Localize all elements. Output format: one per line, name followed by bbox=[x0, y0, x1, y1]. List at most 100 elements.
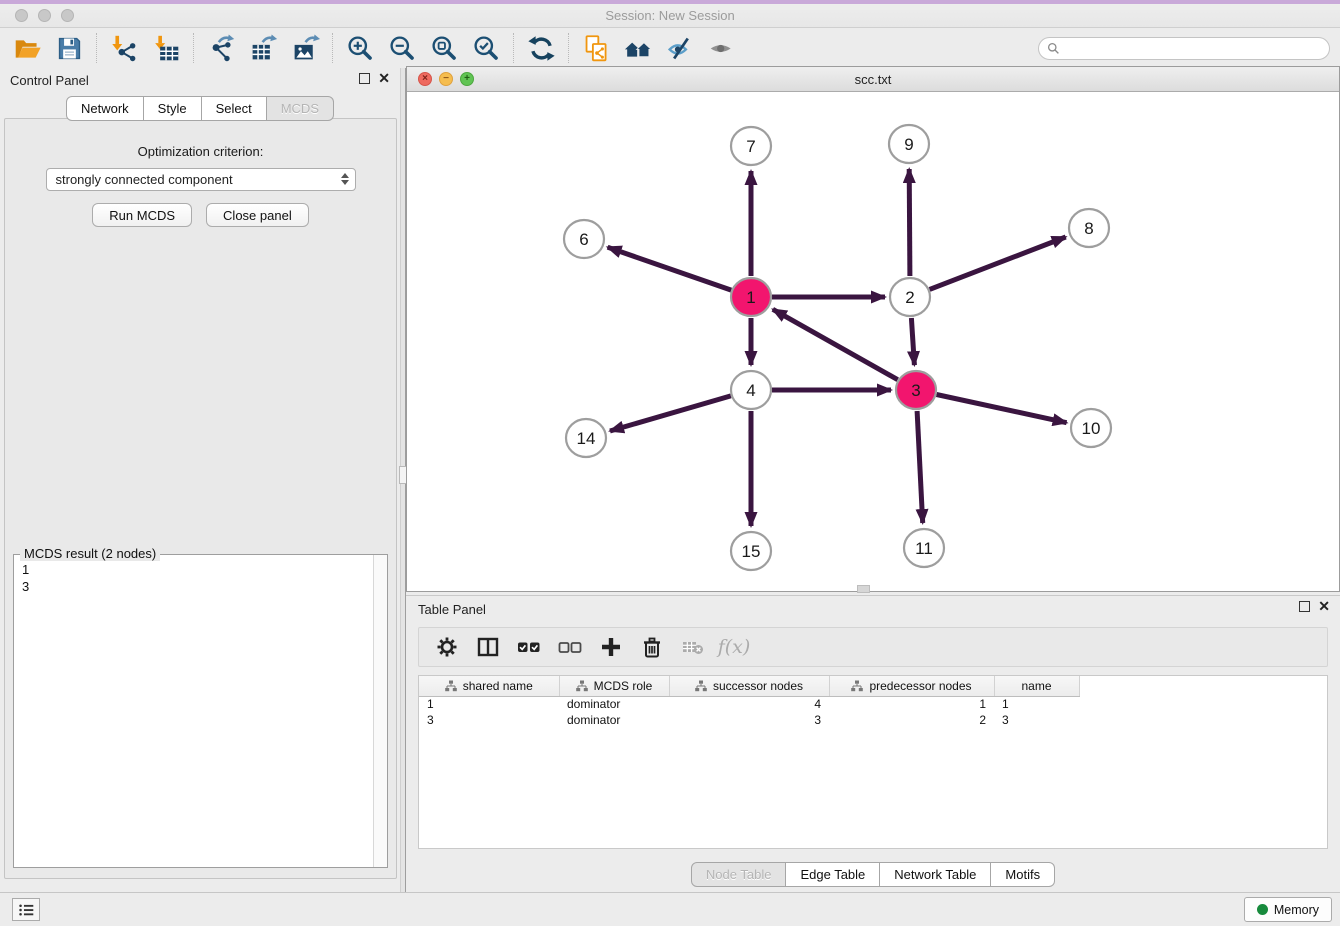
table-cell[interactable]: 3 bbox=[419, 712, 559, 728]
new-network-from-selection-button[interactable] bbox=[575, 31, 617, 65]
graph-edge-2-8[interactable] bbox=[930, 237, 1066, 289]
network-window-resize-grip[interactable] bbox=[857, 585, 870, 593]
first-neighbors-button[interactable] bbox=[617, 31, 659, 65]
column-header-successor-nodes[interactable]: successor nodes bbox=[669, 676, 829, 696]
graph-edge-3-11[interactable] bbox=[917, 411, 923, 523]
export-table-button[interactable] bbox=[242, 31, 284, 65]
table-cell[interactable]: 1 bbox=[829, 696, 994, 712]
graph-edge-3-10[interactable] bbox=[937, 395, 1067, 423]
zoom-out-button[interactable] bbox=[381, 31, 423, 65]
tab-edge-table[interactable]: Edge Table bbox=[786, 862, 880, 887]
table-cell[interactable]: 3 bbox=[994, 712, 1079, 728]
apply-layout-button[interactable] bbox=[520, 31, 562, 65]
tab-select[interactable]: Select bbox=[202, 96, 267, 121]
table-cell[interactable]: dominator bbox=[559, 696, 669, 712]
zoom-out-icon bbox=[388, 34, 417, 63]
graph-node-11[interactable]: 11 bbox=[904, 529, 944, 567]
graph-node-7[interactable]: 7 bbox=[731, 127, 771, 165]
optimization-criterion-select[interactable]: strongly connected component bbox=[46, 168, 356, 191]
graph-edge-2-9[interactable] bbox=[909, 169, 910, 276]
select-stepper-icon bbox=[341, 173, 349, 185]
tab-network-table[interactable]: Network Table bbox=[880, 862, 991, 887]
optimization-criterion-value: strongly connected component bbox=[56, 172, 233, 187]
close-panel-button[interactable]: Close panel bbox=[206, 203, 309, 227]
gear-icon bbox=[435, 635, 459, 659]
mcds-result-fieldset: MCDS result (2 nodes) 13 bbox=[13, 554, 388, 868]
table-cell[interactable]: 2 bbox=[829, 712, 994, 728]
graph-edge-1-6[interactable] bbox=[608, 247, 732, 290]
memory-button[interactable]: Memory bbox=[1244, 897, 1332, 922]
column-header-predecessor-nodes[interactable]: predecessor nodes bbox=[829, 676, 994, 696]
table-cell[interactable]: dominator bbox=[559, 712, 669, 728]
memory-status-icon bbox=[1257, 904, 1268, 915]
table-panel-title: Table Panel bbox=[418, 602, 486, 617]
close-panel-icon[interactable]: ✕ bbox=[378, 73, 390, 84]
column-header-shared-name[interactable]: shared name bbox=[419, 676, 559, 696]
close-table-panel-icon[interactable]: ✕ bbox=[1318, 601, 1330, 612]
open-file-button[interactable] bbox=[6, 31, 48, 65]
zoom-in-button[interactable] bbox=[339, 31, 381, 65]
table-row[interactable]: 3dominator323 bbox=[419, 712, 1079, 728]
graph-edge-2-3[interactable] bbox=[911, 318, 914, 365]
create-column-button[interactable] bbox=[595, 631, 627, 663]
show-column-button[interactable] bbox=[472, 631, 504, 663]
graph-edge-4-14[interactable] bbox=[610, 396, 731, 431]
table-row[interactable]: 1dominator411 bbox=[419, 696, 1079, 712]
mcds-result-box[interactable]: 13 bbox=[14, 555, 373, 867]
table-cell[interactable]: 1 bbox=[994, 696, 1079, 712]
float-table-panel-icon[interactable] bbox=[1299, 601, 1310, 612]
toolbar-separator bbox=[568, 33, 569, 63]
table-settings-button[interactable] bbox=[431, 631, 463, 663]
columns-icon bbox=[476, 635, 500, 659]
graph-node-10[interactable]: 10 bbox=[1071, 409, 1111, 447]
table-cell[interactable]: 3 bbox=[669, 712, 829, 728]
graph-node-14[interactable]: 14 bbox=[566, 419, 606, 457]
graph-edge-3-1[interactable] bbox=[773, 309, 898, 379]
column-header-label: successor nodes bbox=[713, 679, 803, 693]
mcds-result-scrollbar[interactable] bbox=[373, 555, 387, 867]
column-header-name[interactable]: name bbox=[994, 676, 1079, 696]
graph-node-2[interactable]: 2 bbox=[890, 278, 930, 316]
graph-node-3[interactable]: 3 bbox=[896, 371, 936, 409]
checked-boxes-icon bbox=[517, 635, 541, 659]
tab-network[interactable]: Network bbox=[66, 96, 144, 121]
houses-icon bbox=[624, 34, 653, 63]
export-network-button[interactable] bbox=[200, 31, 242, 65]
zoom-selected-button[interactable] bbox=[465, 31, 507, 65]
save-session-button[interactable] bbox=[48, 31, 90, 65]
network-view-window: × − + scc.txt 7 9 6 8 1 2 4 3 14 10 15 11 bbox=[406, 66, 1340, 592]
window-title: Session: New Session bbox=[0, 8, 1340, 23]
tab-node-table[interactable]: Node Table bbox=[691, 862, 787, 887]
graph-node-9[interactable]: 9 bbox=[889, 125, 929, 163]
zoom-fit-button[interactable] bbox=[423, 31, 465, 65]
graph-node-4[interactable]: 4 bbox=[731, 371, 771, 409]
show-eye-icon bbox=[708, 34, 737, 63]
search-input[interactable] bbox=[1065, 41, 1321, 55]
float-panel-icon[interactable] bbox=[359, 73, 370, 84]
delete-column-button[interactable] bbox=[636, 631, 668, 663]
tab-style[interactable]: Style bbox=[144, 96, 202, 121]
tab-motifs[interactable]: Motifs bbox=[991, 862, 1055, 887]
hide-selected-button[interactable] bbox=[659, 31, 701, 65]
graph-node-6[interactable]: 6 bbox=[564, 220, 604, 258]
show-all-button[interactable] bbox=[701, 31, 743, 65]
node-table: shared nameMCDS role successor nodes prede… bbox=[418, 675, 1328, 849]
graph-node-15[interactable]: 15 bbox=[731, 532, 771, 570]
table-cell[interactable]: 1 bbox=[419, 696, 559, 712]
export-image-button[interactable] bbox=[284, 31, 326, 65]
column-header-MCDS-role[interactable]: MCDS role bbox=[559, 676, 669, 696]
unselect-all-columns-button[interactable] bbox=[554, 631, 586, 663]
task-history-button[interactable] bbox=[12, 898, 40, 921]
network-window-titlebar[interactable]: × − + scc.txt bbox=[407, 67, 1339, 92]
search-box[interactable] bbox=[1038, 37, 1330, 60]
graph-node-8[interactable]: 8 bbox=[1069, 209, 1109, 247]
table-cell[interactable]: 4 bbox=[669, 696, 829, 712]
import-network-button[interactable] bbox=[103, 31, 145, 65]
select-all-columns-button[interactable] bbox=[513, 631, 545, 663]
export-table-icon bbox=[249, 34, 278, 63]
import-table-button[interactable] bbox=[145, 31, 187, 65]
graph-node-1[interactable]: 1 bbox=[731, 278, 771, 316]
network-graph[interactable]: 7 9 6 8 1 2 4 3 14 10 15 11 bbox=[407, 92, 1339, 591]
tab-mcds[interactable]: MCDS bbox=[267, 96, 334, 121]
run-mcds-button[interactable]: Run MCDS bbox=[92, 203, 192, 227]
